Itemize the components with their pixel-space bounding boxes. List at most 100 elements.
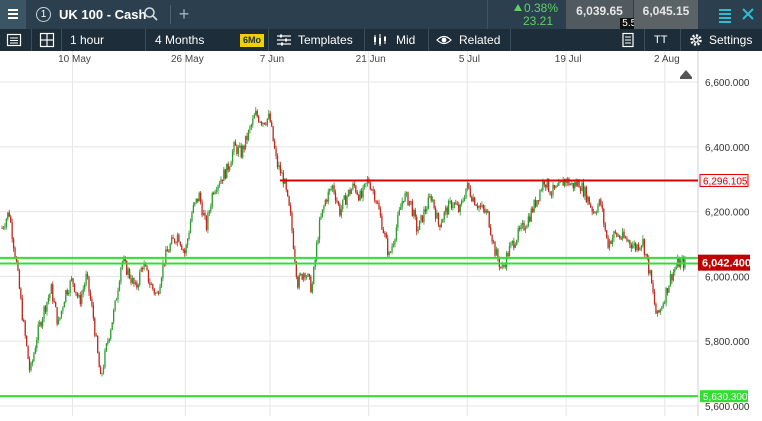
candle-body	[635, 243, 637, 251]
sell-price: 6,039.65	[576, 4, 623, 18]
candle-body	[128, 269, 131, 279]
settings-button[interactable]: Settings	[688, 29, 760, 51]
candle-body	[172, 237, 174, 239]
candle-body	[40, 322, 42, 327]
candle-body	[630, 244, 632, 249]
collapse-icon[interactable]	[716, 5, 734, 25]
range-select[interactable]: 4 Months	[155, 29, 204, 51]
candle-body	[20, 288, 22, 299]
candle-body	[89, 292, 92, 300]
candle-body	[321, 209, 324, 217]
candle-body	[478, 205, 480, 209]
candle-body	[168, 251, 170, 253]
candle-body	[530, 208, 532, 222]
candle-body	[520, 224, 522, 230]
candle-body	[469, 188, 471, 197]
candle-body	[461, 200, 463, 205]
candle-body	[178, 234, 180, 243]
change-points: 23.21	[523, 14, 554, 28]
candle-body	[658, 310, 660, 313]
candle-body	[346, 195, 348, 205]
candle-body	[118, 281, 121, 291]
candle-body	[369, 182, 371, 190]
range-badge[interactable]: 6Mo	[240, 34, 264, 47]
candle-body	[445, 207, 447, 212]
candle-body	[10, 216, 12, 223]
candle-body	[539, 190, 541, 201]
candle-body	[388, 252, 390, 256]
candle-body	[227, 163, 229, 171]
candle-body	[391, 246, 393, 252]
document-icon[interactable]	[620, 29, 638, 51]
candle-body	[73, 283, 76, 292]
related-button[interactable]: Related	[436, 29, 506, 51]
candle-body	[437, 212, 440, 225]
candle-body	[621, 231, 624, 239]
chart-canvas[interactable]: 10 May 26 May 7 Jun 21 Jun 5 Jul 19 Jul 2 Aug …	[0, 51, 762, 416]
candle-body	[616, 232, 618, 237]
x-tick-label: 19 Jul	[555, 54, 582, 65]
candle-body	[50, 284, 52, 294]
candle-body	[273, 141, 276, 149]
candle-body	[47, 297, 50, 303]
candle-body	[526, 225, 528, 229]
candle-body	[197, 198, 199, 202]
candle-body	[82, 289, 84, 294]
candle-body	[329, 189, 331, 192]
candle-body	[147, 269, 150, 283]
candle-body	[92, 305, 94, 319]
candle-body	[181, 245, 183, 250]
candle-body	[14, 247, 16, 258]
candle-body	[463, 198, 466, 201]
text-tool-button[interactable]: TT	[654, 29, 667, 51]
candle-body	[302, 273, 305, 280]
candle-body	[449, 200, 451, 202]
candle-body	[649, 270, 651, 274]
candle-body	[246, 135, 248, 141]
candle-body	[540, 190, 543, 192]
candle-body	[226, 163, 228, 179]
candle-body	[304, 273, 306, 278]
candle-body	[534, 200, 537, 207]
candle-body	[311, 283, 313, 293]
candle-body	[537, 200, 540, 202]
plus-icon[interactable]: +	[176, 4, 192, 24]
candle-body	[664, 302, 666, 304]
candle-body	[65, 290, 67, 302]
layout-icon[interactable]	[39, 29, 57, 51]
candle-body	[503, 265, 505, 267]
candle-body	[465, 188, 467, 199]
candle-body	[579, 187, 582, 191]
candle-body	[349, 189, 351, 194]
buy-price-button[interactable]: 6,045.15	[634, 0, 698, 29]
price-type-select[interactable]: Mid	[372, 29, 422, 51]
candle-body	[363, 183, 366, 187]
candle-body	[189, 221, 192, 234]
panel-icon[interactable]	[6, 29, 24, 51]
search-icon[interactable]	[143, 6, 159, 22]
candle-body	[184, 249, 186, 254]
candle-body	[484, 208, 486, 213]
menu-icon[interactable]	[0, 0, 26, 29]
price-chart[interactable]: 10 May 26 May 7 Jun 21 Jun 5 Jul 19 Jul 2 Aug …	[0, 51, 762, 416]
candle-body	[456, 204, 458, 206]
candle-body	[173, 238, 176, 243]
candle-body	[150, 284, 152, 286]
close-icon[interactable]	[740, 6, 756, 22]
candle-body	[417, 229, 419, 232]
candle-body	[510, 242, 512, 246]
templates-button[interactable]: Templates	[276, 29, 360, 51]
candle-body	[333, 185, 335, 193]
candle-body	[378, 203, 380, 210]
instrument-tab[interactable]: 1 UK 100 - Cash	[28, 0, 166, 29]
interval-select[interactable]: 1 hour	[70, 29, 104, 51]
candle-body	[249, 126, 251, 131]
candle-body	[640, 245, 643, 248]
candle-body	[324, 199, 326, 206]
candle-body	[156, 292, 158, 294]
candle-body	[215, 190, 218, 192]
candle-body	[659, 308, 661, 313]
candle-body	[352, 183, 354, 190]
candle-body	[455, 202, 457, 205]
y-tick-label: 5,800.000	[705, 337, 750, 348]
